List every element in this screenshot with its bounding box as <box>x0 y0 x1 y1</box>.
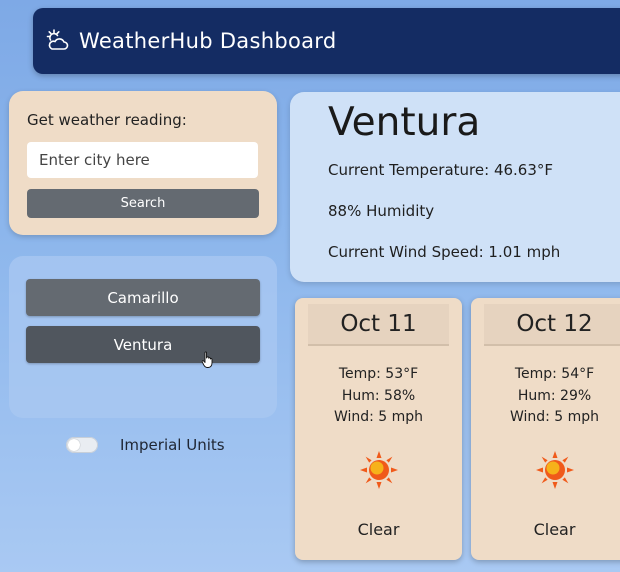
forecast-temp: Temp: 53°F <box>338 366 419 382</box>
forecast-stats: Temp: 53°F Hum: 58% Wind: 5 mph <box>295 364 462 429</box>
city-search-input[interactable] <box>27 142 258 178</box>
forecast-wind: Wind: 5 mph <box>333 409 424 425</box>
sun-icon <box>535 450 575 490</box>
sun-icon <box>359 450 399 490</box>
city-button-ventura[interactable]: Ventura <box>26 326 260 363</box>
app-title: WeatherHub Dashboard <box>79 29 337 53</box>
imperial-units-toggle[interactable] <box>66 437 98 453</box>
current-weather-card: Ventura Current Temperature: 46.63°F 88%… <box>290 92 620 282</box>
forecast-condition: Clear <box>357 520 400 539</box>
forecast-humidity: Hum: 58% <box>341 387 416 404</box>
forecast-condition: Clear <box>533 520 576 539</box>
forecast-humidity: Hum: 29% <box>517 387 592 404</box>
units-label: Imperial Units <box>120 436 225 454</box>
forecast-wind: Wind: 5 mph <box>509 409 600 425</box>
forecast-temp: Temp: 54°F <box>514 366 595 382</box>
current-temperature: Current Temperature: 46.63°F <box>328 161 554 179</box>
search-panel: Get weather reading: Search <box>9 91 277 235</box>
search-label: Get weather reading: <box>27 111 187 129</box>
cloud-sun-icon <box>45 28 71 54</box>
current-wind-speed: Current Wind Speed: 1.01 mph <box>328 243 561 261</box>
forecast-stats: Temp: 54°F Hum: 29% Wind: 5 mph <box>471 364 620 429</box>
saved-cities-panel: Camarillo Ventura <box>9 256 277 418</box>
hand-cursor-icon <box>201 351 215 369</box>
toggle-knob <box>68 439 80 451</box>
city-button-camarillo[interactable]: Camarillo <box>26 279 260 316</box>
forecast-date: Oct 12 <box>484 304 620 346</box>
units-toggle-row: Imperial Units <box>66 436 225 454</box>
search-button[interactable]: Search <box>27 189 259 218</box>
forecast-card: Oct 11 Temp: 53°F Hum: 58% Wind: 5 mph C… <box>295 298 462 560</box>
forecast-card: Oct 12 Temp: 54°F Hum: 29% Wind: 5 mph C… <box>471 298 620 560</box>
current-humidity: 88% Humidity <box>328 202 435 220</box>
app-header: WeatherHub Dashboard <box>33 8 620 74</box>
current-city-name: Ventura <box>328 100 481 145</box>
forecast-date: Oct 11 <box>308 304 449 346</box>
